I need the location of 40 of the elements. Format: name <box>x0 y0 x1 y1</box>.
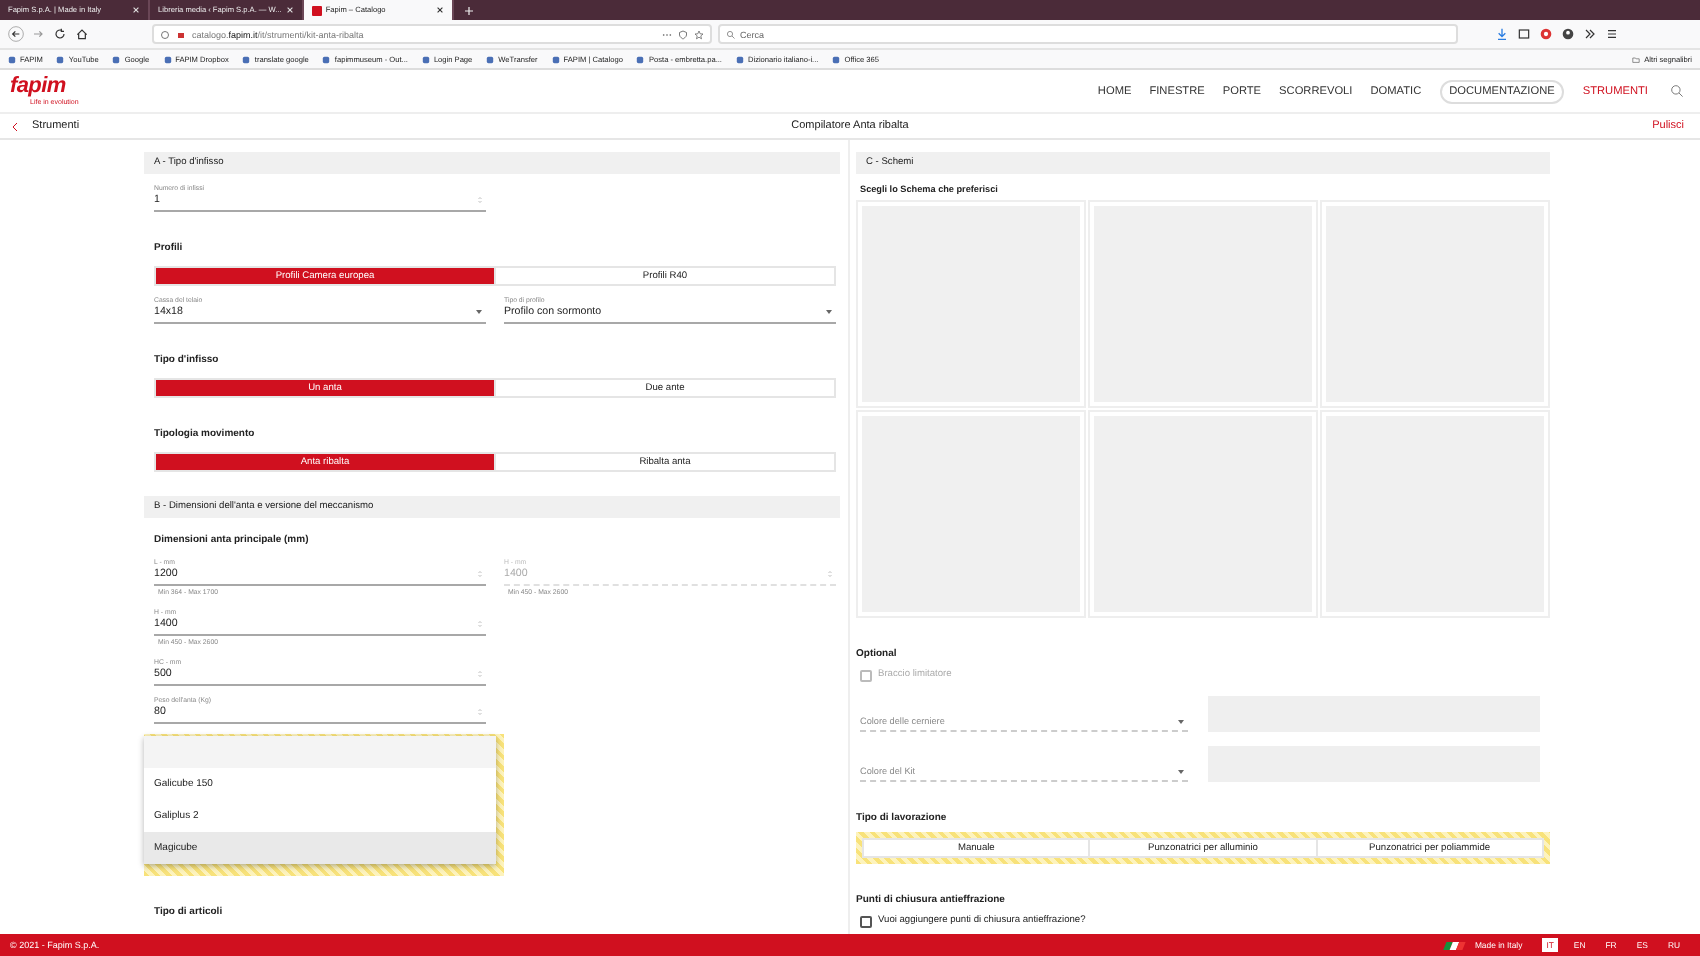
checkbox[interactable] <box>860 915 872 927</box>
extension-icon[interactable] <box>1538 26 1554 42</box>
account-icon[interactable] <box>1560 26 1576 42</box>
favicon-icon <box>112 55 121 63</box>
logo[interactable]: fapim <box>10 75 66 97</box>
back-icon[interactable] <box>12 121 18 131</box>
favicon-icon <box>322 55 331 63</box>
library-icon[interactable] <box>1516 26 1532 42</box>
back-icon[interactable] <box>8 26 24 42</box>
caret-icon <box>1178 720 1184 724</box>
shield-icon[interactable] <box>678 29 688 39</box>
favicon-icon <box>486 55 495 63</box>
favicon-icon <box>242 55 251 63</box>
caret-icon <box>1178 770 1184 774</box>
favicon-icon <box>311 5 322 15</box>
star-icon[interactable] <box>694 29 704 39</box>
search-icon <box>726 29 736 39</box>
search-icon[interactable] <box>1670 84 1684 98</box>
overflow-icon[interactable] <box>1582 26 1598 42</box>
flag-icon <box>1442 941 1471 949</box>
permissions-icon[interactable] <box>176 29 186 39</box>
close-icon[interactable] <box>435 6 444 14</box>
favicon-icon <box>56 55 65 63</box>
reload-icon[interactable] <box>52 26 68 42</box>
home-icon[interactable] <box>74 26 90 42</box>
favicon-icon <box>551 55 560 63</box>
caret-icon <box>476 310 482 314</box>
favicon-icon <box>735 55 744 63</box>
favicon-icon <box>636 55 645 63</box>
forward-icon[interactable] <box>30 26 46 42</box>
favicon-icon <box>163 55 172 63</box>
folder-icon <box>1632 55 1641 63</box>
info-icon[interactable] <box>160 29 170 39</box>
favicon-icon <box>421 55 430 63</box>
caret-icon <box>826 310 832 314</box>
menu-icon[interactable] <box>1604 26 1620 42</box>
favicon-icon <box>8 55 16 63</box>
favicon-icon <box>832 55 841 63</box>
new-tab-icon[interactable] <box>463 5 474 15</box>
download-icon[interactable] <box>1494 26 1510 42</box>
